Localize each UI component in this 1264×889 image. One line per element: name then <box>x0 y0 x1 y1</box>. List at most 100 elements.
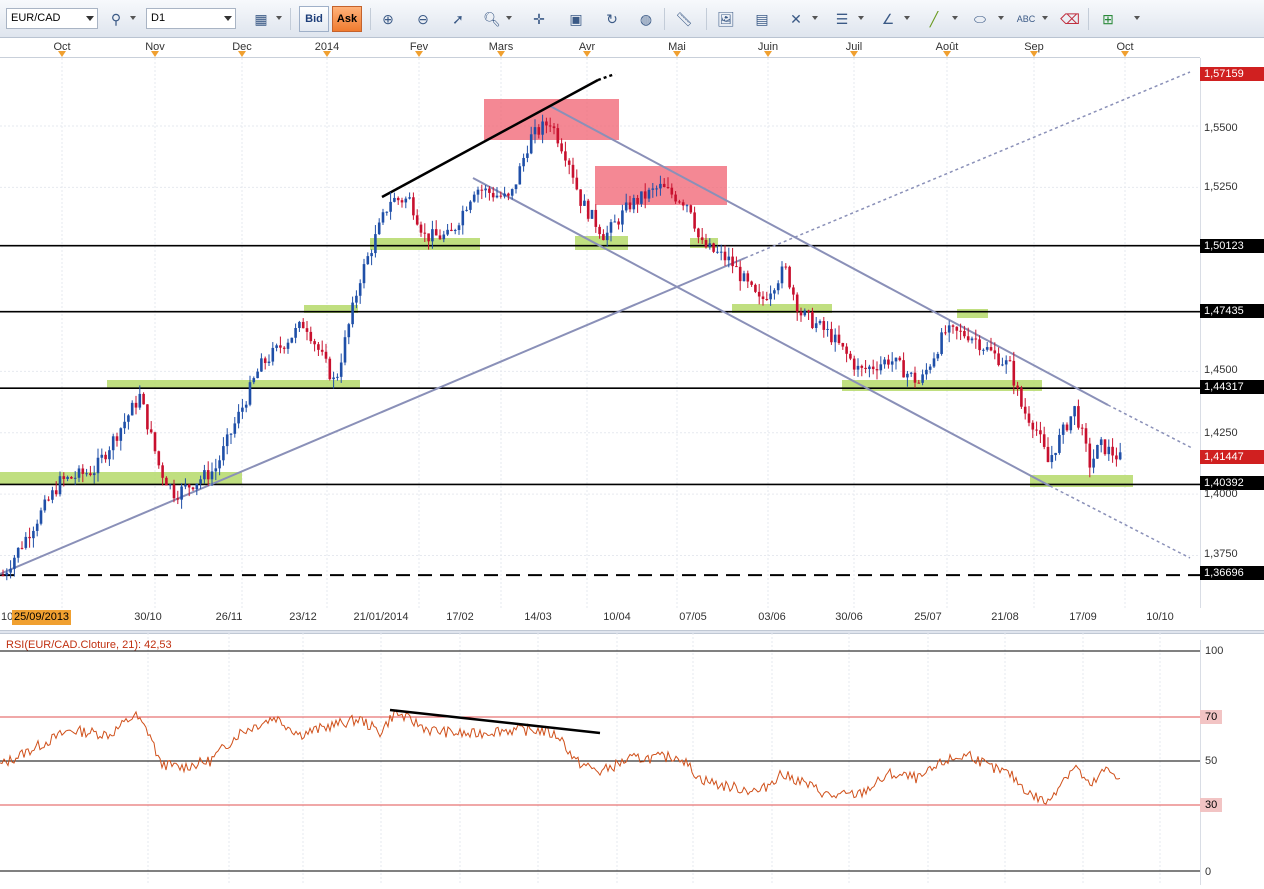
zoom-out-icon[interactable]: ⊖ <box>411 7 435 31</box>
candle-body <box>438 235 442 240</box>
hierarchy-icon[interactable]: ⊞ <box>1096 7 1120 31</box>
candle-body <box>522 157 525 167</box>
candle-body <box>313 341 316 345</box>
date-label: 07/05 <box>679 611 707 623</box>
date-label: 17/09 <box>1069 611 1097 623</box>
fibonacci-icon[interactable]: ∠ <box>876 7 900 31</box>
candle-body <box>803 310 807 316</box>
candle-body <box>727 256 731 261</box>
candle-body <box>267 361 271 364</box>
candle-body <box>514 184 518 190</box>
candle-body <box>814 323 818 328</box>
candle-body <box>453 229 457 232</box>
candle-body <box>636 197 639 204</box>
candle-body <box>526 153 529 158</box>
magnifier-icon[interactable]: 🔍︎ <box>480 7 504 31</box>
candle-body <box>959 330 962 332</box>
zoom-in-icon[interactable]: ⊕ <box>376 7 400 31</box>
ruler-icon[interactable]: 📏︎ <box>672 7 696 31</box>
candle-body <box>381 212 385 223</box>
start-date-label: 25/09/2013 <box>12 610 72 625</box>
candle-body <box>9 568 12 573</box>
candle-body <box>1012 360 1016 386</box>
image-icon[interactable]: 🖼︎ <box>714 7 738 31</box>
template-icon[interactable]: ▤ <box>750 7 774 31</box>
candle-body <box>674 194 677 202</box>
timeframe-select[interactable]: D1 <box>146 8 236 29</box>
candle-body <box>898 357 902 361</box>
candle-body <box>856 365 860 370</box>
candle-body <box>700 237 704 241</box>
candle-body <box>366 256 370 265</box>
candle-body <box>324 351 328 359</box>
refresh-icon[interactable]: ↻ <box>600 7 624 31</box>
candle-body <box>81 468 85 474</box>
candle-body <box>598 226 601 235</box>
candle-body <box>77 468 81 478</box>
candle-body <box>35 523 39 531</box>
price-chart[interactable] <box>0 58 1200 608</box>
candle-body <box>807 310 810 312</box>
candle-body <box>358 283 362 296</box>
candle-body <box>689 205 693 213</box>
cursor-icon[interactable]: ➚ <box>446 7 470 31</box>
chart-type-icon[interactable]: ▦ <box>249 7 273 31</box>
candle-body <box>883 359 886 365</box>
candle-body <box>1111 446 1114 456</box>
candle-body <box>298 321 301 328</box>
candle-body <box>906 373 909 378</box>
candle-body <box>1092 458 1095 468</box>
candle-body <box>868 366 871 370</box>
candle-body <box>985 347 989 350</box>
rsi-chart[interactable] <box>0 633 1200 885</box>
candle-body <box>389 201 392 212</box>
candle-body <box>529 134 533 154</box>
candle-body <box>89 473 92 476</box>
bid-button[interactable]: Bid <box>299 6 329 32</box>
candle-body <box>484 188 487 191</box>
binoculars-icon[interactable]: ⚲ <box>104 7 128 31</box>
candle-body <box>773 290 776 294</box>
crosshair-icon[interactable]: ✛ <box>527 7 551 31</box>
candle-body <box>769 293 772 300</box>
candle-body <box>913 372 917 383</box>
candle-body <box>571 164 575 178</box>
text-tool-icon[interactable]: ABC <box>1014 7 1038 31</box>
candle-body <box>5 572 9 576</box>
candle-body <box>16 547 20 558</box>
support-zone <box>107 380 360 388</box>
ask-button[interactable]: Ask <box>332 6 362 32</box>
candle-body <box>849 353 852 359</box>
candle-body <box>431 229 434 242</box>
candle-body <box>754 284 757 292</box>
candle-body <box>864 367 867 370</box>
candle-body <box>51 490 54 500</box>
candle-body <box>199 479 202 484</box>
candle-body <box>66 476 69 479</box>
candle-body <box>275 345 278 348</box>
candle-body <box>119 428 123 441</box>
candle-body <box>476 189 480 195</box>
candle-body <box>541 121 544 135</box>
drawing-tools-icon[interactable]: ✕ <box>784 7 808 31</box>
support-zone <box>842 380 1042 391</box>
ellipse-icon[interactable]: ⬭ <box>968 7 992 31</box>
price-label: 1,4000 <box>1204 488 1238 500</box>
candle-body <box>518 166 522 185</box>
candle-body <box>96 457 100 474</box>
symbol-select[interactable]: EUR/CAD <box>6 8 98 29</box>
candle-body <box>841 343 845 347</box>
eraser-icon[interactable]: ⌫ <box>1058 7 1082 31</box>
symbol-value: EUR/CAD <box>11 12 61 24</box>
horizontal-lines-icon[interactable]: ☰ <box>830 7 854 31</box>
candle-body <box>852 358 856 370</box>
candle-body <box>989 347 993 351</box>
globe-icon[interactable]: ◍ <box>634 7 658 31</box>
candle-body <box>415 215 419 225</box>
screenshot-icon[interactable]: ▣ <box>564 7 588 31</box>
candle-body <box>1115 455 1118 460</box>
trendline-icon[interactable]: ╱ <box>922 7 946 31</box>
date-label: 30/06 <box>835 611 863 623</box>
candle-body <box>286 342 290 349</box>
candle-body <box>279 345 282 348</box>
